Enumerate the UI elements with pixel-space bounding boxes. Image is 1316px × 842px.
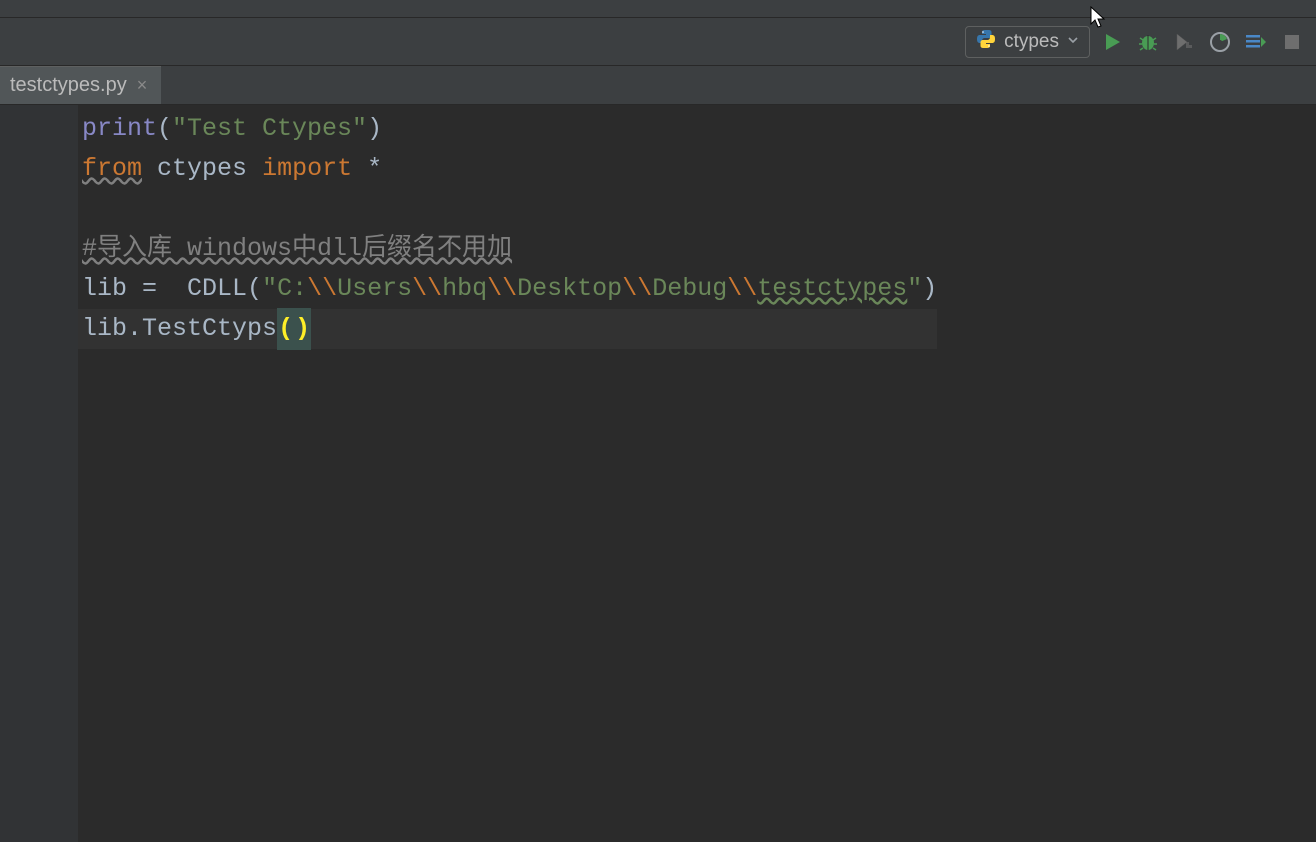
code-token: * — [352, 149, 382, 189]
code-token: \\ — [487, 269, 517, 309]
code-token: ctypes — [157, 149, 247, 189]
code-line[interactable]: #导入库 windows中dll后缀名不用加 — [78, 229, 937, 269]
action-toolbar: ctypes — [0, 18, 1316, 66]
code-line[interactable]: from ctypes import * — [78, 149, 937, 189]
code-token: import — [262, 149, 352, 189]
code-token: . — [127, 309, 142, 349]
code-token: hbq — [442, 269, 487, 309]
code-token: print — [82, 109, 157, 149]
code-line[interactable]: print("Test Ctypes") — [78, 109, 937, 149]
concurrent-button[interactable] — [1242, 28, 1270, 56]
code-token: ( — [247, 269, 262, 309]
code-line[interactable] — [78, 189, 937, 229]
run-button[interactable] — [1098, 28, 1126, 56]
editor-tabs-bar: testctypes.py × — [0, 66, 1316, 105]
chevron-down-icon — [1067, 33, 1079, 51]
editor-area[interactable]: print("Test Ctypes")from ctypes import *… — [0, 105, 1316, 842]
stop-button[interactable] — [1278, 28, 1306, 56]
run-configuration-selector[interactable]: ctypes — [965, 26, 1090, 58]
code-line[interactable]: lib.TestCtyps() — [78, 309, 937, 349]
code-token: " — [907, 269, 922, 309]
close-icon[interactable]: × — [137, 75, 148, 96]
code-line[interactable]: lib = CDLL("C:\\Users\\hbq\\Desktop\\Deb… — [78, 269, 937, 309]
code-token: CDLL — [187, 269, 247, 309]
code-token: from — [82, 149, 142, 189]
python-icon — [976, 29, 996, 54]
code-token: "Test Ctypes" — [172, 109, 367, 149]
code-token: lib — [82, 269, 127, 309]
top-toolbar-strip — [0, 0, 1316, 18]
code-token — [247, 149, 262, 189]
code-token: \\ — [412, 269, 442, 309]
code-token — [142, 149, 157, 189]
code-token: ) — [367, 109, 382, 149]
code-token: Debug — [652, 269, 727, 309]
code-token: ( — [277, 308, 294, 350]
run-with-coverage-button[interactable] — [1170, 28, 1198, 56]
code-token: lib — [82, 309, 127, 349]
code-editor[interactable]: print("Test Ctypes")from ctypes import *… — [78, 105, 937, 842]
code-token: Users — [337, 269, 412, 309]
code-token: = — [127, 269, 187, 309]
code-token: "C: — [262, 269, 307, 309]
code-token: \\ — [727, 269, 757, 309]
code-token: \\ — [307, 269, 337, 309]
code-token: Desktop — [517, 269, 622, 309]
code-token: ) — [294, 308, 311, 350]
tab-label: testctypes.py — [10, 74, 127, 97]
tab-testctypes[interactable]: testctypes.py × — [0, 66, 161, 104]
code-token: ) — [922, 269, 937, 309]
code-token: testctypes — [757, 269, 907, 309]
code-token: \\ — [622, 269, 652, 309]
code-token: TestCtyps — [142, 309, 277, 349]
profile-button[interactable] — [1206, 28, 1234, 56]
code-token: #导入库 windows中dll后缀名不用加 — [82, 229, 512, 269]
gutter[interactable] — [0, 105, 78, 842]
debug-button[interactable] — [1134, 28, 1162, 56]
run-config-label: ctypes — [1004, 31, 1059, 53]
code-token: ( — [157, 109, 172, 149]
